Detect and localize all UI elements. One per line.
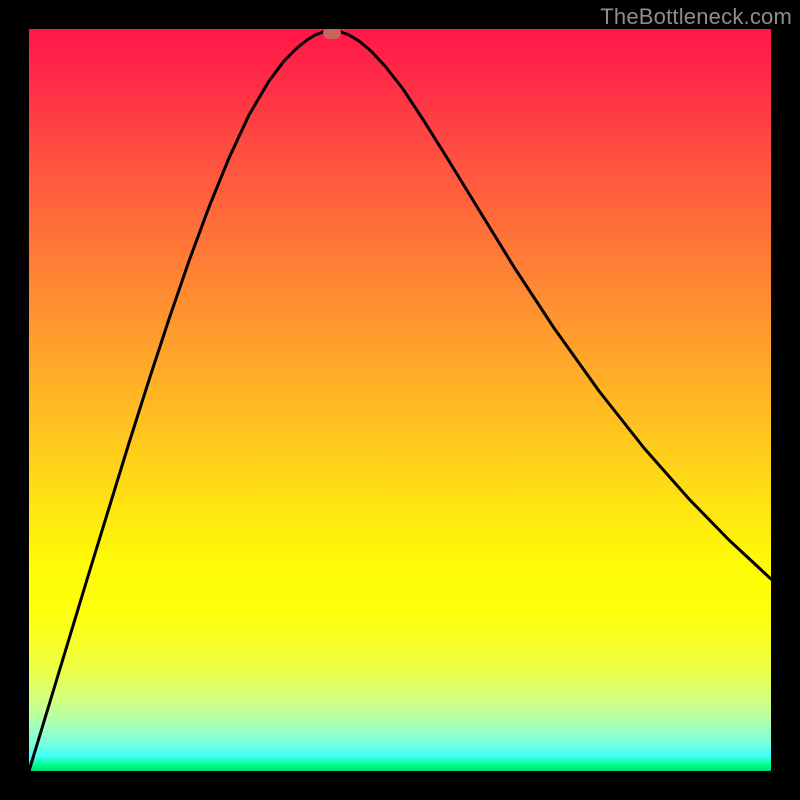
optimum-marker — [323, 29, 341, 39]
curve-layer — [29, 29, 771, 771]
chart-frame: TheBottleneck.com — [0, 0, 800, 800]
bottleneck-curve — [29, 31, 771, 771]
plot-area — [29, 29, 771, 771]
watermark-label: TheBottleneck.com — [600, 4, 792, 30]
